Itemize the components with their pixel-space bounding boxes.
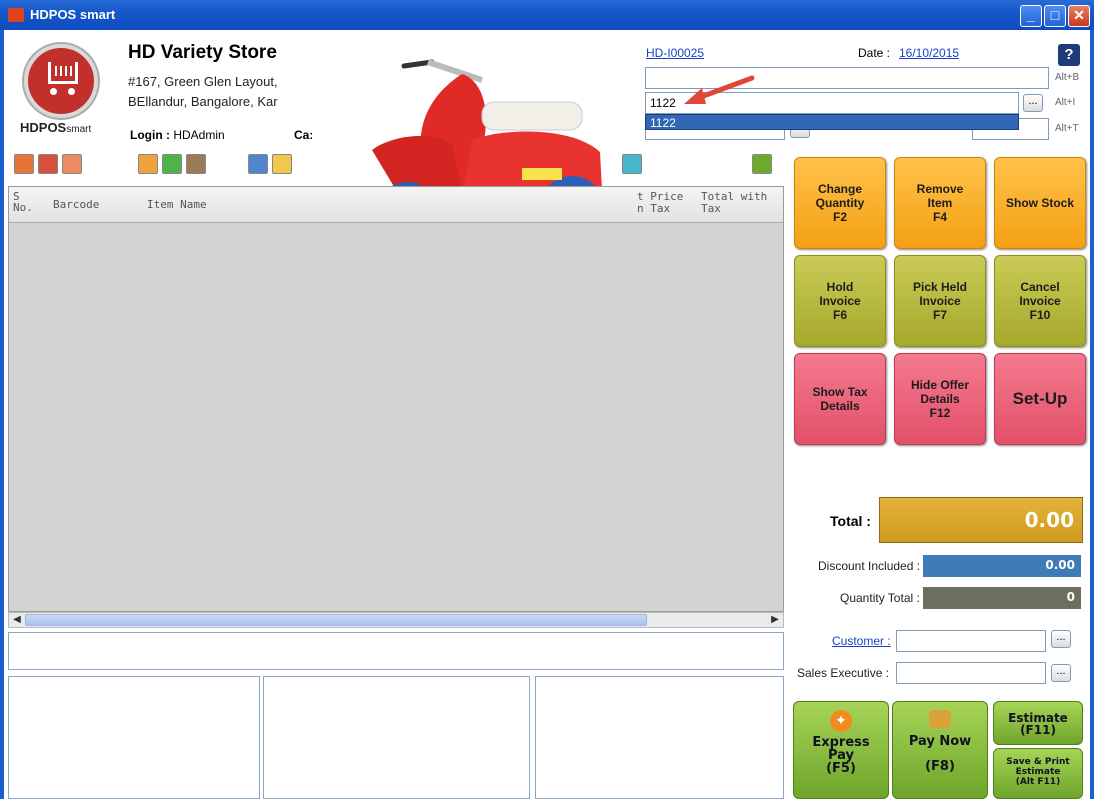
toolbar xyxy=(8,150,788,182)
cart-toolbar-icon[interactable] xyxy=(162,154,182,174)
change-quantity-button[interactable]: Change Quantity F2 xyxy=(794,157,886,249)
sales-executive-input[interactable] xyxy=(896,662,1046,684)
sales-executive-label: Sales Executive : xyxy=(797,666,890,680)
app-icon xyxy=(8,8,24,22)
hold-invoice-button[interactable]: Hold Invoice F6 xyxy=(794,255,886,347)
item-shortcut: Alt+I xyxy=(1055,97,1076,108)
scroll-left-icon[interactable]: ◀ xyxy=(9,613,25,627)
runner-icon: ✦ xyxy=(830,710,852,732)
col-barcode: Barcode xyxy=(53,198,100,211)
col-total: Total with Tax xyxy=(701,190,768,215)
barcode-shortcut: Alt+B xyxy=(1055,72,1080,83)
setup-button[interactable]: Set-Up xyxy=(994,353,1086,445)
horizontal-scrollbar[interactable]: ◀ ▶ xyxy=(8,612,784,628)
title-bar: HDPOS smart _ □ ✕ xyxy=(0,0,1094,30)
sales-executive-browse-button[interactable]: ... xyxy=(1051,664,1071,682)
store-address-line1: #167, Green Glen Layout, xyxy=(128,74,278,89)
cart-icon xyxy=(48,62,78,84)
minimize-button[interactable]: _ xyxy=(1020,5,1042,27)
cancel-invoice-button[interactable]: Cancel Invoice F10 xyxy=(994,255,1086,347)
gift-icon[interactable] xyxy=(248,154,268,174)
discount-value: 0.00 xyxy=(923,555,1081,577)
col-price: t Price n Tax xyxy=(637,190,684,215)
col-sno: S No. xyxy=(13,190,33,214)
total-label: Total : xyxy=(830,513,871,529)
scroll-thumb[interactable] xyxy=(25,614,647,626)
login-info: Login : HDAdmin xyxy=(130,128,225,142)
express-pay-button[interactable]: ✦ Express Pay (F5) xyxy=(793,701,889,799)
edit-icon[interactable] xyxy=(138,154,158,174)
show-stock-button[interactable]: Show Stock xyxy=(994,157,1086,249)
window-title: HDPOS smart xyxy=(30,7,116,22)
customer-link[interactable]: Customer : xyxy=(832,634,891,648)
user-icon[interactable] xyxy=(622,154,642,174)
discount-label: Discount Included : xyxy=(818,559,921,573)
col-item-name: Item Name xyxy=(147,198,207,211)
logo-text: HDPOSsmart xyxy=(20,120,92,135)
gear-icon[interactable] xyxy=(752,154,772,174)
save-print-estimate-button[interactable]: Save & Print Estimate (Alt F11) xyxy=(993,748,1083,799)
store-name: HD Variety Store xyxy=(128,42,277,63)
date-link[interactable]: 16/10/2015 xyxy=(899,46,959,60)
cashier-label: Ca: xyxy=(294,128,314,142)
quantity-total-value: 0 xyxy=(923,587,1081,609)
maximize-button[interactable]: □ xyxy=(1044,5,1066,27)
red-arrow-icon xyxy=(684,75,755,104)
hdpos-logo xyxy=(24,44,98,118)
close-button[interactable]: ✕ xyxy=(1068,5,1090,27)
print-icon[interactable] xyxy=(62,154,82,174)
item-browse-button[interactable]: ... xyxy=(1023,94,1043,112)
total-value: 0.00 xyxy=(879,497,1083,543)
note-box[interactable] xyxy=(8,632,784,670)
grid-header: S No. Barcode Item Name t Price n Tax To… xyxy=(9,187,783,223)
item-grid[interactable]: S No. Barcode Item Name t Price n Tax To… xyxy=(8,186,784,612)
pick-held-invoice-button[interactable]: Pick Held Invoice F7 xyxy=(894,255,986,347)
hide-offer-details-button[interactable]: Hide Offer Details F12 xyxy=(894,353,986,445)
remove-item-button[interactable]: Remove Item F4 xyxy=(894,157,986,249)
estimate-button[interactable]: Estimate (F11) xyxy=(993,701,1083,745)
scroll-right-icon[interactable]: ▶ xyxy=(767,613,783,627)
quantity-total-label: Quantity Total : xyxy=(840,591,920,605)
search-shortcut: Alt+T xyxy=(1055,123,1079,134)
store-address-line2: BEllandur, Bangalore, Kar xyxy=(128,94,278,109)
help-icon[interactable]: ? xyxy=(1058,44,1080,66)
download-icon[interactable] xyxy=(186,154,206,174)
panel-1 xyxy=(8,676,260,799)
report-icon[interactable] xyxy=(38,154,58,174)
invoice-icon[interactable] xyxy=(14,154,34,174)
customer-browse-button[interactable]: ... xyxy=(1051,630,1071,648)
note-icon[interactable] xyxy=(272,154,292,174)
panel-3 xyxy=(535,676,784,799)
panel-2 xyxy=(263,676,530,799)
coins-icon xyxy=(929,710,951,728)
invoice-number-link[interactable]: HD-I00025 xyxy=(646,46,704,60)
pay-now-button[interactable]: Pay Now (F8) xyxy=(892,701,988,799)
autocomplete-option[interactable]: 1122 xyxy=(645,114,1019,130)
show-tax-details-button[interactable]: Show Tax Details xyxy=(794,353,886,445)
date-label: Date : xyxy=(858,46,891,60)
customer-input[interactable] xyxy=(896,630,1046,652)
